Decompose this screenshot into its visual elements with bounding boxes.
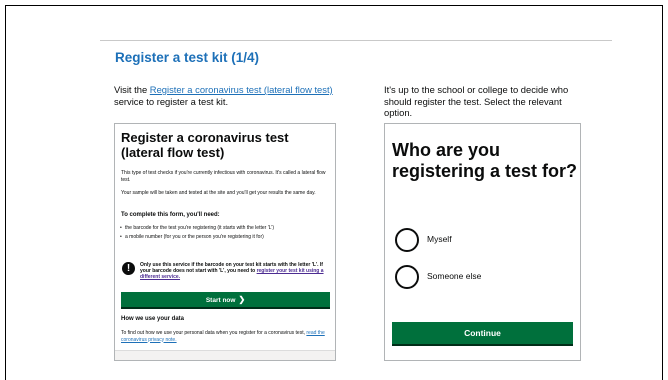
left-intro-suffix: service to register a test kit. xyxy=(114,96,229,107)
radio-myself[interactable] xyxy=(395,228,419,252)
question-heading: Who are you registering a test for? xyxy=(392,140,578,181)
question-screenshot: Who are you registering a test for? Myse… xyxy=(384,123,581,361)
start-now-button[interactable]: Start now ❯ xyxy=(121,292,330,307)
left-intro-prefix: Visit the xyxy=(114,84,150,95)
radio-someone-else[interactable] xyxy=(395,265,419,289)
chevron-right-icon: ❯ xyxy=(238,295,246,304)
service-page-heading: Register a coronavirus test (lateral flo… xyxy=(121,130,289,160)
continue-button[interactable]: Continue xyxy=(392,322,573,344)
complete-form-heading: To complete this form, you'll need: xyxy=(121,212,220,218)
radio-label-someone-else: Someone else xyxy=(427,271,482,281)
requirement-item: a mobile number (for you or the person y… xyxy=(120,234,330,240)
service-start-screenshot: Register a coronavirus test (lateral flo… xyxy=(114,123,336,361)
service-intro-paragraph: This type of test checks if you're curre… xyxy=(121,170,326,183)
start-now-label: Start now xyxy=(205,297,236,304)
left-intro-text: Visit the Register a coronavirus test (l… xyxy=(114,84,346,108)
data-use-text: To find out how we use your personal dat… xyxy=(121,330,331,343)
right-intro-text: It's up to the school or college to deci… xyxy=(384,84,569,118)
requirement-item: the barcode for the test you're register… xyxy=(120,225,330,231)
radio-label-myself: Myself xyxy=(427,234,452,244)
slide-title: Register a test kit (1/4) xyxy=(115,50,260,65)
warning-icon: ! xyxy=(122,262,135,275)
divider-rule xyxy=(100,40,612,41)
footer-bar xyxy=(115,350,335,360)
warning-text: Only use this service if the barcode on … xyxy=(140,262,328,280)
register-service-link[interactable]: Register a coronavirus test (lateral flo… xyxy=(150,84,333,95)
data-use-heading: How we use your data xyxy=(121,316,185,322)
data-use-body: To find out how we use your personal dat… xyxy=(121,330,307,336)
service-results-paragraph: Your sample will be taken and tested at … xyxy=(121,190,316,196)
